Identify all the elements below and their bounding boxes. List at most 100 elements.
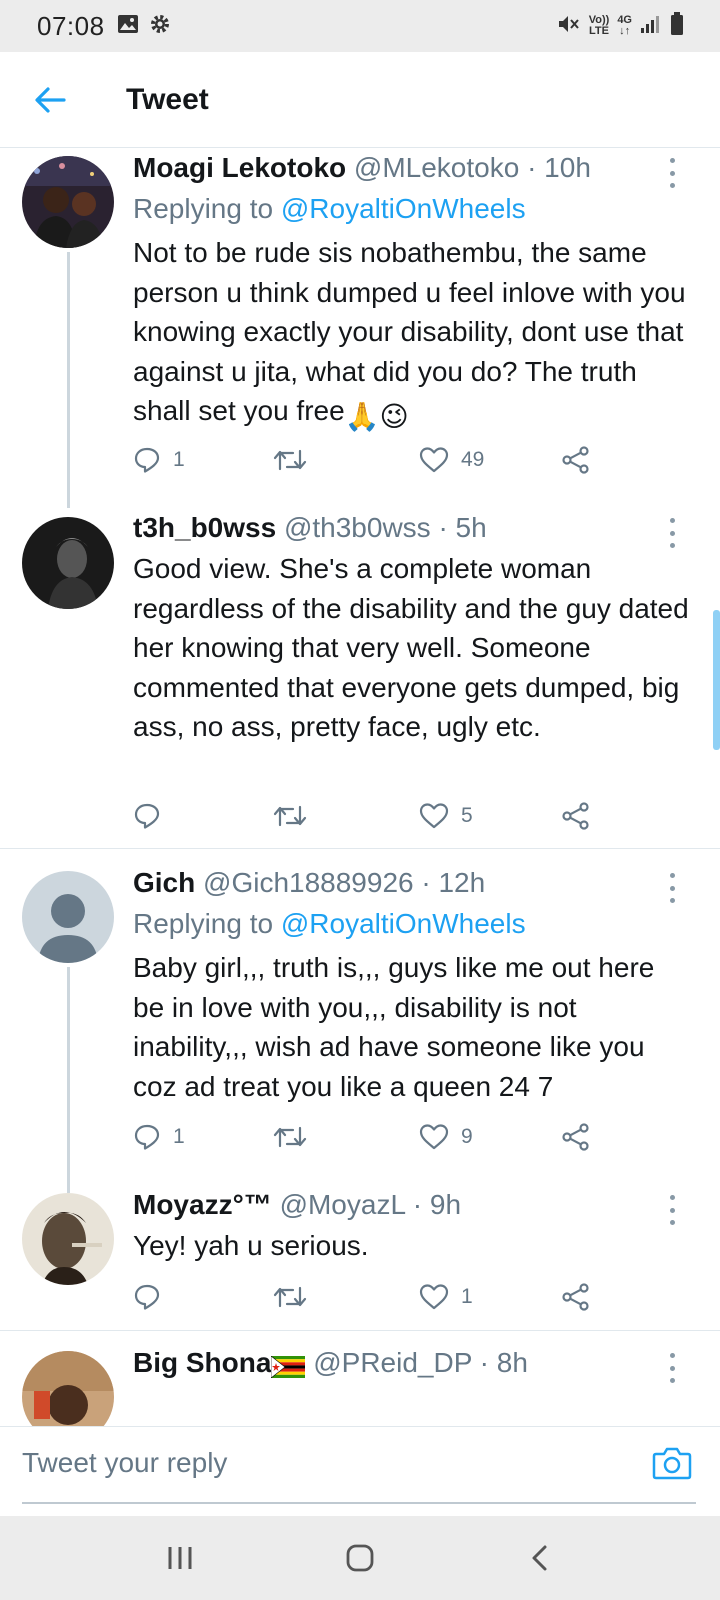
more-options-button[interactable] [662,158,682,188]
tweet-header: Moagi Lekotoko @MLekotoko · 10h [133,152,591,184]
tweet-text: Baby girl,,, truth is,,, guys like me ou… [133,952,655,1102]
retweet-button[interactable] [273,440,319,480]
tweet-text-body: Not to be rude sis nobathembu, the same … [133,237,686,426]
scrollbar-thumb[interactable] [713,610,720,750]
author-handle[interactable]: @th3b0wss [284,512,431,543]
camera-icon [652,1447,692,1480]
reply-button[interactable] [133,1277,173,1317]
reply-count: 1 [173,1125,185,1148]
author-handle[interactable]: @MoyazL [280,1189,405,1220]
back-icon [532,1545,547,1571]
zimbabwe-flag-icon [271,1353,306,1385]
share-button[interactable] [561,1277,591,1317]
tweet-item[interactable]: Gich @Gich18889926 · 12h Replying to @Ro… [0,863,720,1193]
more-options-button[interactable] [662,1195,682,1225]
default-avatar[interactable] [22,871,114,963]
conversation-divider [0,848,720,849]
more-options-button[interactable] [662,518,682,548]
author-name[interactable]: Big Shona [133,1347,271,1378]
avatar[interactable] [22,156,114,248]
battery-icon [670,11,684,41]
share-button[interactable] [561,796,591,836]
reply-input[interactable]: Tweet your reply [22,1447,227,1479]
mute-icon [557,13,581,40]
more-options-button[interactable] [662,873,682,903]
like-count: 1 [461,1285,473,1308]
like-count: 5 [461,804,473,827]
page-title: Tweet [126,82,209,116]
mention-link[interactable]: @RoyaltiOnWheels [281,193,526,224]
conversation-divider [0,1330,720,1331]
gallery-icon [117,14,139,39]
tweet-time: · 12h [421,867,486,898]
avatar[interactable] [22,1193,114,1285]
tweet-item[interactable]: Moagi Lekotoko @MLekotoko · 10h Replying… [0,148,720,508]
tweet-text: Not to be rude sis nobathembu, the same … [133,233,693,437]
like-icon [419,447,449,473]
like-icon [419,803,449,829]
author-name[interactable]: Moagi Lekotoko [133,152,346,183]
retweet-button[interactable] [273,796,319,836]
status-time: 07:08 [37,10,105,41]
replying-to: Replying to @RoyaltiOnWheels [133,908,526,940]
share-icon [562,1283,589,1311]
like-button[interactable]: 1 [419,1277,473,1317]
tweet-item[interactable]: Moyazz°™ @MoyazL · 9h Yey! yah u serious… [0,1185,720,1330]
author-name[interactable]: t3h_b0wss [133,512,276,543]
author-handle[interactable]: @PReid_DP [313,1347,472,1378]
author-handle[interactable]: @MLekotoko [354,152,519,183]
author-name[interactable]: Gich [133,867,195,898]
retweet-button[interactable] [273,1117,319,1157]
author-handle[interactable]: @Gich18889926 [203,867,414,898]
replying-to: Replying to @RoyaltiOnWheels [133,193,526,225]
like-button[interactable]: 9 [419,1117,473,1157]
tweet-actions: 1 9 [133,1117,613,1157]
home-button[interactable] [330,1528,390,1588]
avatar[interactable] [22,517,114,609]
tweet-feed[interactable]: Moagi Lekotoko @MLekotoko · 10h Replying… [0,148,720,1426]
like-button[interactable]: 5 [419,796,473,836]
tweet-text: Good view. She's a complete woman regard… [133,553,689,742]
thread-line [67,252,70,508]
reply-count: 1 [173,448,185,471]
system-back-button[interactable] [510,1528,570,1588]
tweet-emoji: 🙏😉 [344,401,409,432]
replying-label: Replying to [133,193,274,224]
share-icon [562,1123,589,1151]
share-button[interactable] [561,440,591,480]
tweet-time: · 5h [438,512,487,543]
like-count: 9 [461,1125,473,1148]
tweet-header: Moyazz°™ @MoyazL · 9h [133,1189,461,1221]
tweet-item[interactable]: Big Shona @PReid_DP · 8h [0,1343,720,1426]
retweet-icon [273,805,307,827]
retweet-button[interactable] [273,1277,319,1317]
reply-icon [134,1284,160,1310]
avatar[interactable] [22,1351,114,1426]
mention-link[interactable]: @RoyaltiOnWheels [281,908,526,939]
tweet-header: Gich @Gich18889926 · 12h [133,867,485,899]
share-button[interactable] [561,1117,591,1157]
share-icon [562,446,589,474]
system-nav-bar [0,1516,720,1600]
camera-button[interactable] [652,1445,696,1489]
back-arrow-icon [35,86,66,113]
network-indicator: 4G ↓↑ [617,14,632,37]
more-options-button[interactable] [662,1353,682,1383]
tweet-item[interactable]: t3h_b0wss @th3b0wss · 5h Good view. She'… [0,508,720,848]
volte-indicator: Vo)) LTE [588,14,610,37]
recents-icon [168,1547,192,1569]
status-bar: 07:08 Vo)) LTE 4G ↓↑ [0,0,720,52]
like-button[interactable]: 49 [419,440,484,480]
author-name[interactable]: Moyazz°™ [133,1189,272,1220]
reply-button[interactable] [133,796,173,836]
tweet-actions: 1 49 [133,440,613,480]
recents-button[interactable] [150,1528,210,1588]
replying-label: Replying to [133,908,274,939]
reply-composer: Tweet your reply [0,1426,720,1516]
thread-line [67,967,70,1193]
reply-button[interactable]: 1 [133,440,185,480]
reply-button[interactable]: 1 [133,1117,185,1157]
tweet-time: · 8h [479,1347,528,1378]
back-button[interactable] [20,70,80,130]
share-icon [562,802,589,830]
